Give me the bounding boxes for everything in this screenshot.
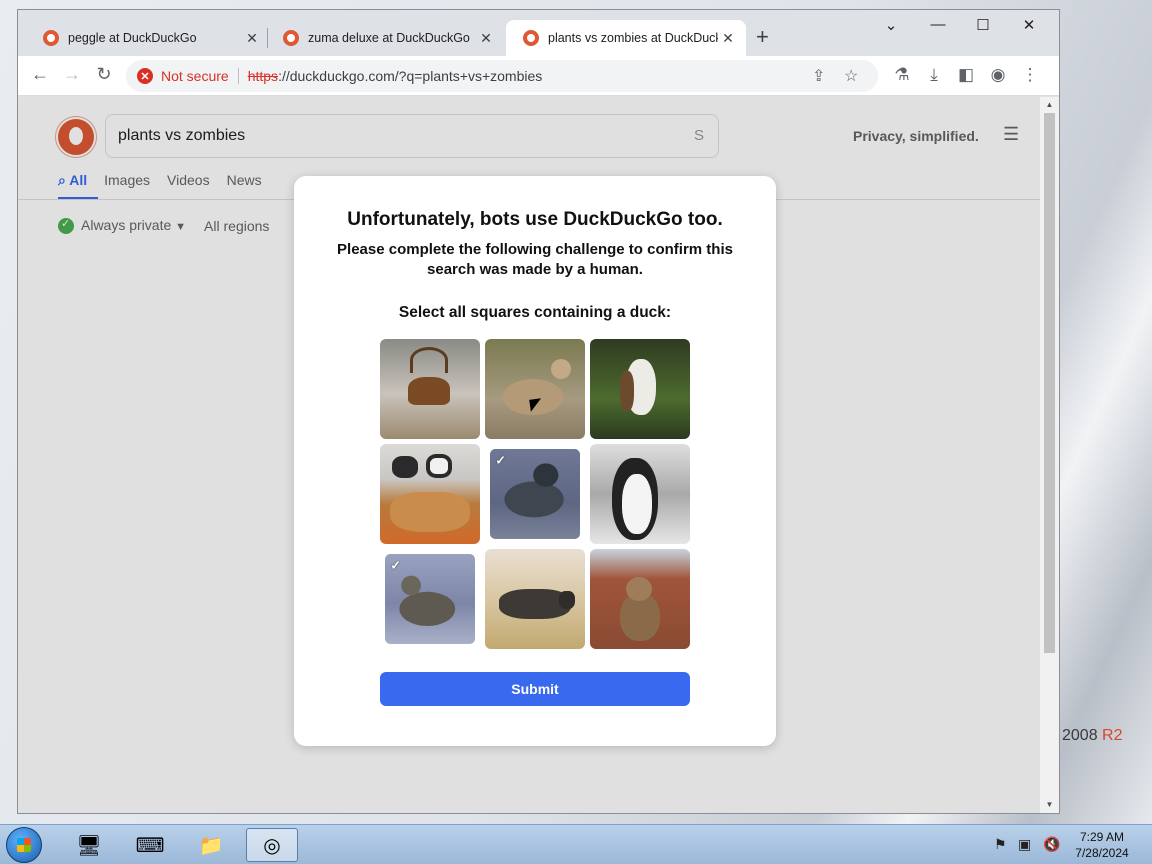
tab-title: zuma deluxe at DuckDuckGo xyxy=(308,31,470,45)
tile-rhino[interactable] xyxy=(485,549,585,649)
duck-head-shape xyxy=(401,575,421,596)
browser-toolbar: ← → ↻ ✕ Not secure https://duckduckgo.co… xyxy=(18,56,1059,96)
tile-duck-2[interactable]: ✓ xyxy=(490,449,580,539)
challenge-title: Unfortunately, bots use DuckDuckGo too. xyxy=(347,209,723,230)
url-text: ://duckduckgo.com/?q=plants+vs+zombies xyxy=(278,68,543,84)
url-scheme: https xyxy=(247,68,279,84)
maximize-button[interactable]: ☐ xyxy=(960,16,1006,34)
minimize-button[interactable]: — xyxy=(915,16,961,33)
bot-challenge-modal: Unfortunately, bots use DuckDuckGo too. … xyxy=(294,176,776,746)
close-icon[interactable]: ✕ xyxy=(242,30,262,47)
system-clock[interactable]: 7:29 AM 7/28/2024 xyxy=(1062,829,1142,861)
forward-button[interactable]: → xyxy=(60,64,84,85)
monkey-head-shape xyxy=(626,577,652,601)
scroll-thumb[interactable] xyxy=(1044,113,1055,653)
reload-button[interactable]: ↻ xyxy=(92,64,116,85)
close-icon[interactable]: ✕ xyxy=(476,30,496,47)
scroll-down-arrow-icon[interactable]: ▼ xyxy=(1040,800,1059,809)
duckduckgo-favicon-icon xyxy=(283,30,299,46)
clock-date: 7/28/2024 xyxy=(1075,846,1129,860)
back-button[interactable]: ← xyxy=(28,64,52,85)
chrome-taskbar-icon[interactable]: ◎ xyxy=(246,828,298,862)
tab-peggle[interactable]: peggle at DuckDuckGo ✕ xyxy=(26,20,270,56)
tab-plants-vs-zombies[interactable]: plants vs zombies at DuckDuckGo ✕ xyxy=(506,20,746,56)
close-icon[interactable]: ✕ xyxy=(718,30,738,47)
tile-penguin[interactable] xyxy=(590,444,690,544)
eagle-wing-shape xyxy=(620,371,634,411)
tab-title: peggle at DuckDuckGo xyxy=(68,31,197,45)
penguin-belly-shape xyxy=(622,474,652,534)
challenge-image-grid: ✓ ✓ xyxy=(380,339,690,649)
tab-strip: peggle at DuckDuckGo ✕ zuma deluxe at Du… xyxy=(18,10,1059,56)
duck-head-shape xyxy=(533,463,559,487)
duck-body-shape xyxy=(399,591,456,626)
duckduckgo-favicon-icon xyxy=(523,30,539,46)
tile-monkey[interactable] xyxy=(590,549,690,649)
network-icon[interactable]: ▣ xyxy=(1018,836,1031,853)
start-button[interactable] xyxy=(6,827,42,863)
menu-kebab-icon[interactable]: ⋮ xyxy=(1019,65,1041,85)
deer-body-shape xyxy=(408,377,450,405)
challenge-prompt: Select all squares containing a duck: xyxy=(398,304,672,321)
share-icon[interactable]: ⇪ xyxy=(812,66,825,86)
tile-eagle[interactable] xyxy=(590,339,690,439)
omnibox-divider xyxy=(237,68,239,84)
server-manager-icon[interactable]: 🖥 xyxy=(63,828,115,862)
challenge-subtitle: Please complete the following challenge … xyxy=(337,241,733,278)
os-brand: 2008 R2 xyxy=(1062,727,1123,744)
vertical-scrollbar[interactable]: ▲ ▼ xyxy=(1040,97,1059,813)
scroll-up-arrow-icon[interactable]: ▲ xyxy=(1040,100,1059,109)
browser-window: peggle at DuckDuckGo ✕ zuma deluxe at Du… xyxy=(17,9,1060,814)
close-window-button[interactable]: ✕ xyxy=(1006,16,1052,34)
bookmark-star-icon[interactable]: ☆ xyxy=(844,66,858,86)
submit-button[interactable]: Submit xyxy=(380,672,690,706)
rhino-head-shape xyxy=(559,591,575,609)
download-icon[interactable]: ⤓ xyxy=(923,65,945,85)
duck-head-shape xyxy=(551,359,571,379)
volume-muted-icon[interactable]: 🔇 xyxy=(1043,836,1060,853)
cat-shape xyxy=(390,492,470,532)
tile-deer[interactable] xyxy=(380,339,480,439)
clock-time: 7:29 AM xyxy=(1079,830,1125,844)
tab-search-chevron-icon[interactable]: ⌄ xyxy=(868,16,914,34)
tile-cat-and-puppies[interactable] xyxy=(380,444,480,544)
side-panel-icon[interactable]: ◧ xyxy=(955,65,977,85)
page-viewport: plants vs zombies S Privacy, simplified.… xyxy=(18,97,1040,813)
selected-check-icon: ✓ xyxy=(390,557,401,572)
labs-flask-icon[interactable]: ⚗ xyxy=(891,65,913,85)
puppy-shape xyxy=(426,454,452,478)
tab-title: plants vs zombies at DuckDuckGo xyxy=(548,31,718,45)
tile-duck-3[interactable]: ✓ xyxy=(385,554,475,644)
file-explorer-icon[interactable]: 📁 xyxy=(185,828,237,862)
tile-duck-1[interactable] xyxy=(485,339,585,439)
duck-body-shape xyxy=(504,481,564,518)
puppy-shape xyxy=(392,456,418,478)
deer-antler-shape xyxy=(410,347,448,373)
taskbar: 🖥 ⌨ 📁 ◎ ⚑ ▣ 🔇 7:29 AM 7/28/2024 xyxy=(0,824,1152,864)
powershell-icon[interactable]: ⌨ xyxy=(124,828,176,862)
address-bar[interactable]: ✕ Not secure https://duckduckgo.com/?q=p… xyxy=(126,60,878,92)
new-tab-button[interactable]: + xyxy=(756,24,769,50)
security-label[interactable]: Not secure xyxy=(161,68,229,84)
selected-check-icon: ✓ xyxy=(495,452,506,467)
duckduckgo-favicon-icon xyxy=(43,30,59,46)
profile-icon[interactable]: ◉ xyxy=(987,65,1009,85)
tab-zuma-deluxe[interactable]: zuma deluxe at DuckDuckGo ✕ xyxy=(266,20,504,56)
not-secure-icon[interactable]: ✕ xyxy=(137,68,153,84)
action-center-flag-icon[interactable]: ⚑ xyxy=(994,836,1007,853)
